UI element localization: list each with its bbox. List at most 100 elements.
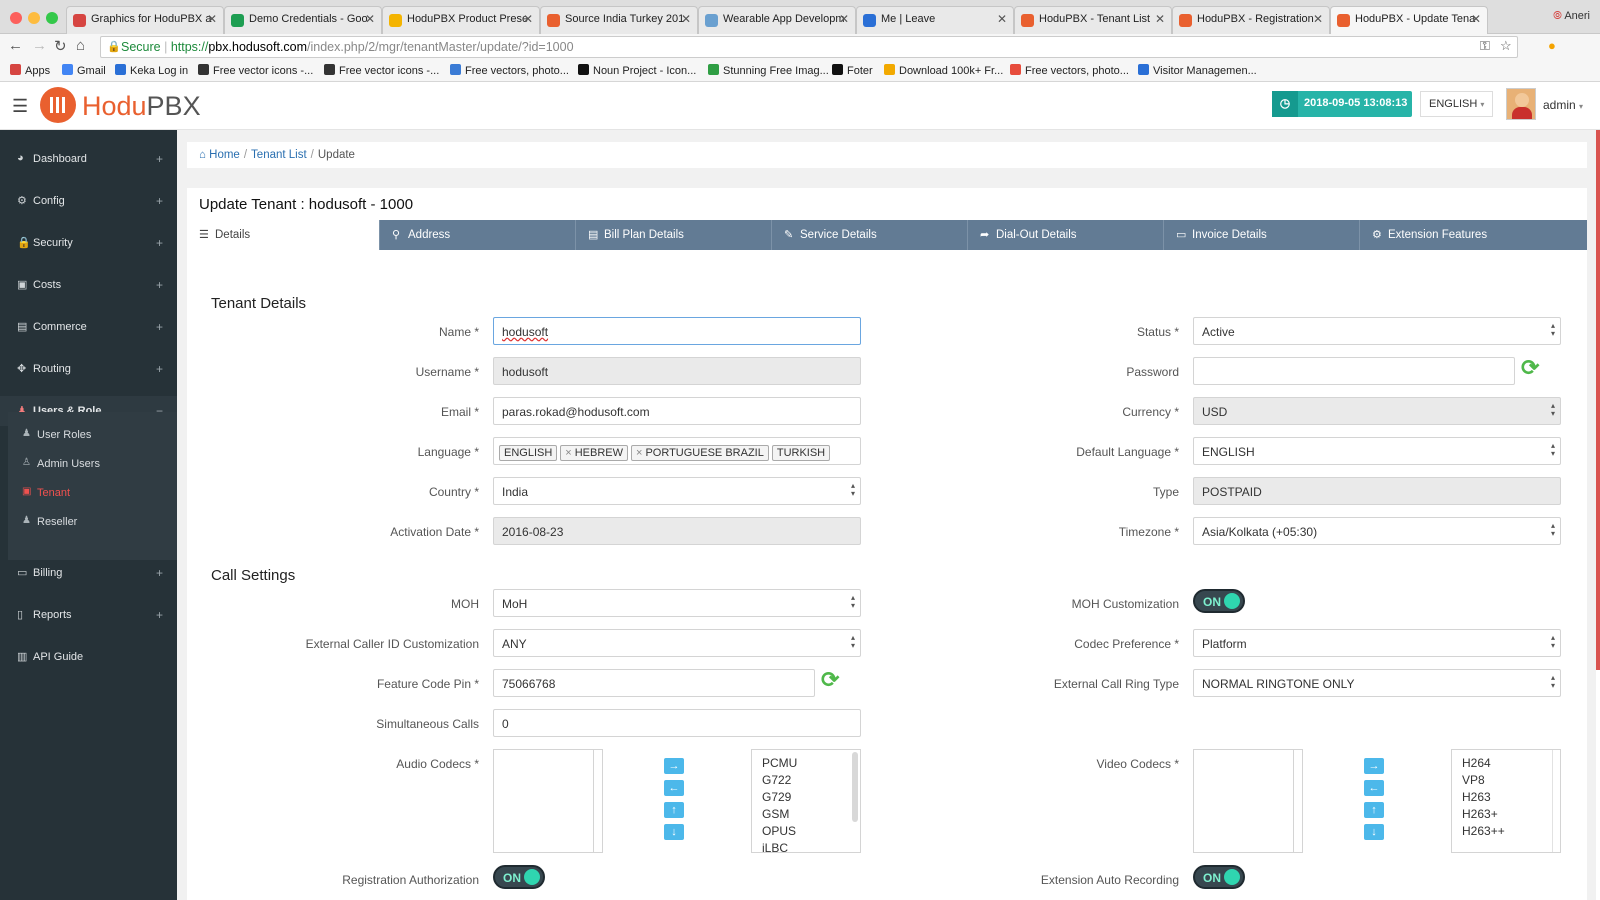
default-language-select[interactable]: ENGLISH bbox=[1193, 437, 1561, 465]
remove-chip-icon[interactable]: × bbox=[565, 447, 571, 459]
minimize-window-button[interactable] bbox=[28, 12, 40, 24]
bookmark-item[interactable]: Noun Project - Icon... bbox=[578, 64, 696, 77]
external-caller-id-select[interactable]: ANY bbox=[493, 629, 861, 657]
bookmark-item[interactable]: Download 100k+ Fr... bbox=[884, 64, 1003, 77]
sidebar-item-routing[interactable]: ✥ Routing + bbox=[0, 354, 177, 384]
email-input[interactable]: paras.rokad@hodusoft.com bbox=[493, 397, 861, 425]
country-select[interactable]: India bbox=[493, 477, 861, 505]
browser-tab[interactable]: HoduPBX Product Prese ✕ bbox=[382, 6, 540, 34]
browser-tab[interactable]: Wearable App Developm ✕ bbox=[698, 6, 856, 34]
browser-tab[interactable]: Me | Leave ✕ bbox=[856, 6, 1014, 34]
codec-preference-select[interactable]: Platform bbox=[1193, 629, 1561, 657]
close-tab-icon[interactable]: ✕ bbox=[681, 12, 691, 26]
sidebar-subitem-user-roles[interactable]: ♟ User Roles bbox=[8, 424, 168, 446]
reload-icon[interactable]: ↻ bbox=[54, 37, 67, 55]
bookmark-item[interactable]: Free vector icons -... bbox=[324, 64, 439, 77]
activation-date-input[interactable]: 2016-08-23 bbox=[493, 517, 861, 545]
move-right-arrow-button[interactable]: → bbox=[664, 758, 684, 774]
sidebar-item-security[interactable]: 🔒 Security + bbox=[0, 228, 177, 258]
close-tab-icon[interactable]: ✕ bbox=[523, 12, 533, 26]
close-window-button[interactable] bbox=[10, 12, 22, 24]
tab-extension-features[interactable]: ⚙ Extension Features bbox=[1359, 220, 1587, 250]
registration-authorization-toggle[interactable]: ON bbox=[493, 865, 545, 889]
key-icon[interactable]: ⚿ bbox=[1480, 38, 1490, 54]
name-input[interactable]: hodusoft bbox=[493, 317, 861, 345]
browser-tab[interactable]: Graphics for HoduPBX a ✕ bbox=[66, 6, 224, 34]
moh-select[interactable]: MoH bbox=[493, 589, 861, 617]
tab-service-details[interactable]: ✎ Service Details bbox=[771, 220, 967, 250]
external-call-ring-type-select[interactable]: NORMAL RINGTONE ONLY bbox=[1193, 669, 1561, 697]
move-left-arrow-button[interactable]: ← bbox=[1364, 780, 1384, 796]
list-item[interactable]: VP8 bbox=[1462, 773, 1485, 787]
hamburger-menu-icon[interactable]: ☰ bbox=[12, 96, 28, 117]
back-arrow-icon[interactable]: ← bbox=[8, 37, 23, 54]
list-item[interactable]: H264 bbox=[1462, 756, 1491, 770]
sidebar-item-billing[interactable]: ▭ Billing + bbox=[0, 558, 177, 588]
sidebar-subitem-reseller[interactable]: ♟ Reseller bbox=[8, 511, 168, 533]
status-select[interactable]: Active bbox=[1193, 317, 1561, 345]
breadcrumb-tenant-list[interactable]: Tenant List bbox=[251, 149, 307, 161]
language-dropdown[interactable]: ENGLISH ▾ bbox=[1420, 91, 1494, 117]
close-tab-icon[interactable]: ✕ bbox=[1155, 12, 1165, 26]
list-item[interactable]: H263++ bbox=[1462, 824, 1505, 838]
list-item[interactable]: G722 bbox=[762, 773, 791, 787]
star-icon[interactable]: ☆ bbox=[1500, 38, 1512, 54]
forward-arrow-icon[interactable]: → bbox=[32, 37, 47, 54]
bookmark-item[interactable]: Free vector icons -... bbox=[198, 64, 313, 77]
timezone-select[interactable]: Asia/Kolkata (+05:30) bbox=[1193, 517, 1561, 545]
maximize-window-button[interactable] bbox=[46, 12, 58, 24]
list-item[interactable]: H263 bbox=[1462, 790, 1491, 804]
close-tab-icon[interactable]: ✕ bbox=[207, 12, 217, 26]
browser-profile[interactable]: ⦾ Aneri bbox=[1553, 10, 1590, 23]
remove-chip-icon[interactable]: × bbox=[636, 447, 642, 459]
breadcrumb-home[interactable]: Home bbox=[209, 149, 240, 161]
tab-invoice-details[interactable]: ▭ Invoice Details bbox=[1163, 220, 1359, 250]
extension-auto-recording-toggle[interactable]: ON bbox=[1193, 865, 1245, 889]
sidebar-item-api-guide[interactable]: ▥ API Guide bbox=[0, 642, 177, 672]
audio-codecs-selected-list[interactable]: PCMU G722 G729 GSM OPUS iLBC bbox=[751, 749, 861, 853]
tab-address[interactable]: ⚲ Address bbox=[379, 220, 575, 250]
currency-select[interactable]: USD bbox=[1193, 397, 1561, 425]
browser-tab-active[interactable]: HoduPBX - Update Tena ✕ bbox=[1330, 6, 1488, 34]
list-item[interactable]: GSM bbox=[762, 807, 789, 821]
list-item[interactable]: G729 bbox=[762, 790, 791, 804]
bookmark-item[interactable]: Gmail bbox=[62, 64, 106, 77]
browser-tab[interactable]: HoduPBX - Registration ✕ bbox=[1172, 6, 1330, 34]
language-multiselect[interactable]: ENGLISH × HEBREW × PORTUGUESE BRAZIL TURKISH bbox=[493, 437, 861, 465]
generate-pin-refresh-icon[interactable]: ⟳ bbox=[821, 667, 839, 693]
audio-codecs-available-list[interactable] bbox=[493, 749, 603, 853]
sidebar-subitem-admin-users[interactable]: ♙ Admin Users bbox=[8, 453, 168, 475]
move-up-arrow-button[interactable]: ↑ bbox=[664, 802, 684, 818]
extension-icon[interactable]: ● bbox=[1548, 38, 1556, 53]
browser-tab[interactable]: Source India Turkey 201 ✕ bbox=[540, 6, 698, 34]
sidebar-subitem-tenant[interactable]: ▣ Tenant bbox=[8, 482, 168, 504]
bookmark-item[interactable]: Free vectors, photo... bbox=[1010, 64, 1129, 77]
list-item[interactable]: PCMU bbox=[762, 756, 797, 770]
tab-dial-out-details[interactable]: ➦ Dial-Out Details bbox=[967, 220, 1163, 250]
bookmark-item[interactable]: Visitor Managemen... bbox=[1138, 64, 1257, 77]
browser-tab[interactable]: HoduPBX - Tenant List ✕ bbox=[1014, 6, 1172, 34]
home-icon[interactable]: ⌂ bbox=[76, 37, 85, 54]
sidebar-item-costs[interactable]: ▣ Costs + bbox=[0, 270, 177, 300]
sidebar-item-reports[interactable]: ▯ Reports + bbox=[0, 600, 177, 630]
list-item[interactable]: OPUS bbox=[762, 824, 796, 838]
username-input[interactable]: hodusoft bbox=[493, 357, 861, 385]
bookmark-item[interactable]: Free vectors, photo... bbox=[450, 64, 569, 77]
bookmark-item[interactable]: Foter bbox=[832, 64, 873, 77]
avatar[interactable] bbox=[1506, 88, 1536, 120]
sidebar-item-config[interactable]: ⚙ Config + bbox=[0, 186, 177, 216]
user-menu[interactable]: admin ▾ bbox=[1543, 98, 1583, 112]
close-tab-icon[interactable]: ✕ bbox=[1471, 12, 1481, 26]
move-right-arrow-button[interactable]: → bbox=[1364, 758, 1384, 774]
move-down-arrow-button[interactable]: ↓ bbox=[664, 824, 684, 840]
bookmark-item[interactable]: Stunning Free Imag... bbox=[708, 64, 829, 77]
close-tab-icon[interactable]: ✕ bbox=[839, 12, 849, 26]
moh-customization-toggle[interactable]: ON bbox=[1193, 589, 1245, 613]
move-down-arrow-button[interactable]: ↓ bbox=[1364, 824, 1384, 840]
url-input[interactable]: 🔒 Secure | https://pbx.hodusoft.com/inde… bbox=[100, 36, 1518, 58]
sidebar-item-dashboard[interactable]: ◕ Dashboard + bbox=[0, 144, 177, 174]
simultaneous-calls-input[interactable]: 0 bbox=[493, 709, 861, 737]
close-tab-icon[interactable]: ✕ bbox=[365, 12, 375, 26]
password-input[interactable] bbox=[1193, 357, 1515, 385]
tab-details[interactable]: ☰ Details bbox=[187, 220, 379, 250]
